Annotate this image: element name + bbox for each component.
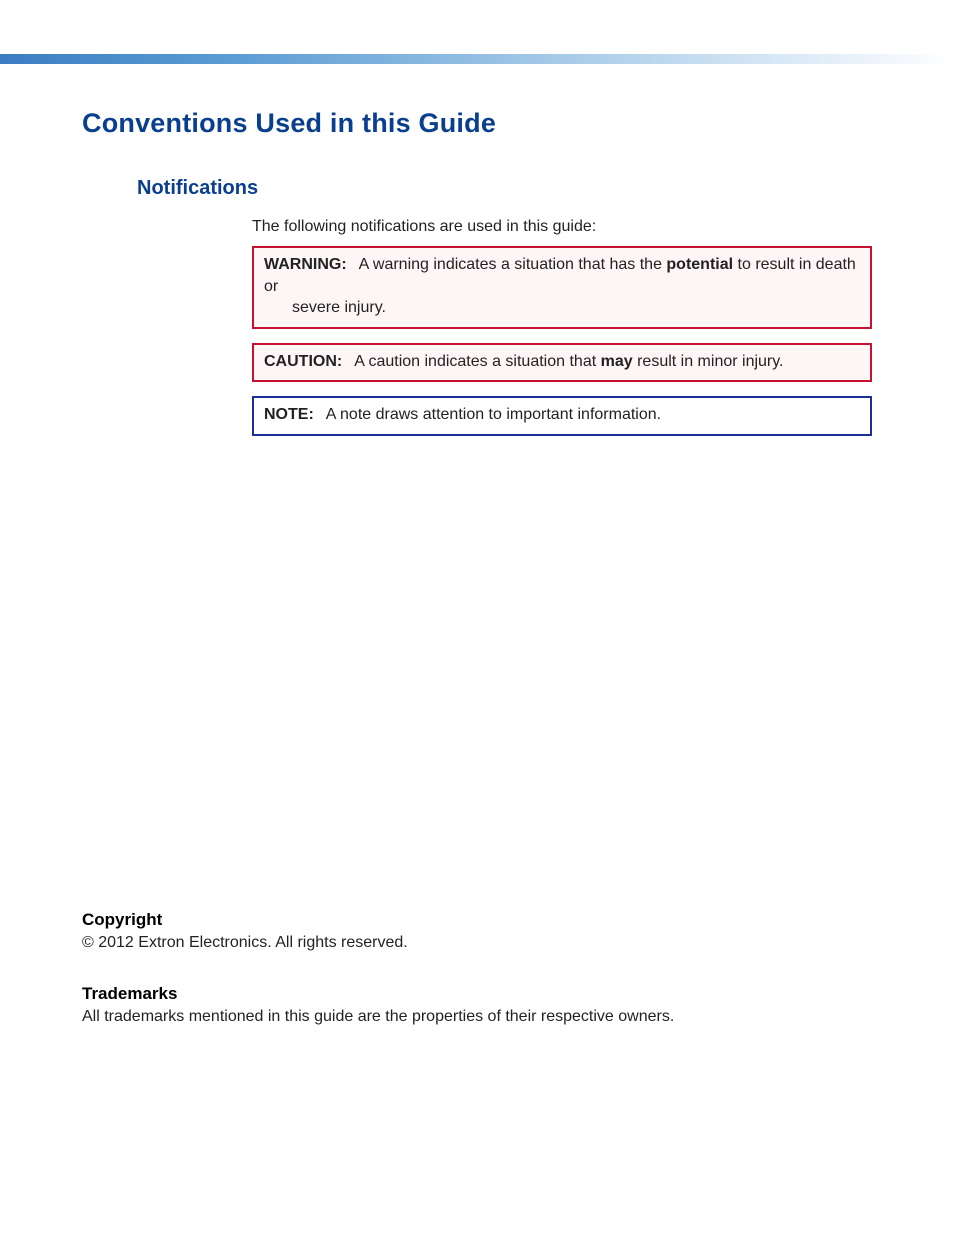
- note-box: NOTE: A note draws attention to important…: [252, 396, 872, 436]
- warning-line2: severe injury.: [264, 297, 860, 319]
- trademarks-heading: Trademarks: [82, 984, 872, 1004]
- caution-text-before: A caution indicates a situation that: [354, 353, 600, 370]
- warning-label: WARNING:: [264, 256, 347, 273]
- copyright-text: © 2012 Extron Electronics. All rights re…: [82, 934, 872, 952]
- caution-label: CAUTION:: [264, 353, 342, 370]
- section-heading-notifications: Notifications: [137, 177, 872, 200]
- note-text: A note draws attention to important info…: [326, 406, 661, 423]
- notification-boxes: WARNING: A warning indicates a situation …: [252, 246, 872, 436]
- trademarks-text: All trademarks mentioned in this guide a…: [82, 1008, 872, 1026]
- warning-bold: potential: [666, 256, 733, 273]
- intro-paragraph: The following notifications are used in …: [252, 218, 872, 236]
- caution-text-after: result in minor injury.: [633, 353, 784, 370]
- page-title: Conventions Used in this Guide: [82, 108, 872, 139]
- warning-box: WARNING: A warning indicates a situation …: [252, 246, 872, 329]
- caution-box: CAUTION: A caution indicates a situation …: [252, 343, 872, 383]
- warning-text-before: A warning indicates a situation that has…: [359, 256, 667, 273]
- copyright-heading: Copyright: [82, 910, 872, 930]
- header-gradient-bar: [0, 54, 954, 64]
- caution-bold: may: [601, 353, 633, 370]
- note-label: NOTE:: [264, 406, 314, 423]
- page-content: Conventions Used in this Guide Notificat…: [82, 108, 872, 450]
- footer-section: Copyright © 2012 Extron Electronics. All…: [82, 910, 872, 1058]
